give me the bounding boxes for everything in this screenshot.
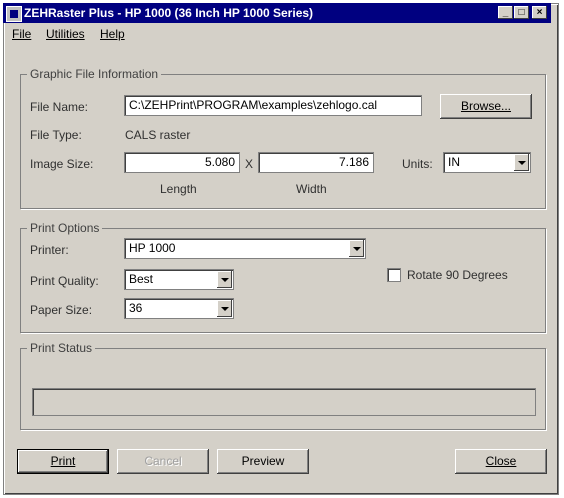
- menu-file[interactable]: File: [12, 27, 31, 41]
- width-caption: Width: [296, 182, 327, 196]
- graphic-file-legend: Graphic File Information: [27, 67, 162, 81]
- units-select[interactable]: IN: [443, 152, 531, 173]
- file-type-value: CALS raster: [125, 128, 191, 142]
- close-window-button[interactable]: ×: [532, 6, 547, 19]
- width-field[interactable]: 7.186: [258, 152, 374, 173]
- minimize-button[interactable]: _: [498, 6, 513, 19]
- times-sign: X: [245, 157, 254, 171]
- file-name-label: File Name:: [30, 100, 89, 114]
- browse-button[interactable]: Browse...: [440, 94, 532, 119]
- rotate-label[interactable]: Rotate 90 Degrees: [407, 268, 508, 282]
- paper-size-select[interactable]: 36: [124, 298, 234, 319]
- menu-bar: File Utilities Help: [3, 25, 551, 43]
- menu-utilities[interactable]: Utilities: [46, 27, 85, 41]
- cancel-button-label: Cancel: [144, 454, 182, 468]
- preview-button[interactable]: Preview: [217, 449, 309, 474]
- paper-size-label: Paper Size:: [30, 303, 93, 317]
- print-quality-select-value: Best: [129, 272, 154, 286]
- chevron-down-icon[interactable]: [217, 271, 232, 288]
- chevron-down-icon[interactable]: [217, 300, 232, 317]
- units-label: Units:: [402, 157, 433, 171]
- file-type-label: File Type:: [30, 128, 82, 142]
- browse-button-label: Browse...: [460, 99, 511, 113]
- rotate-checkbox[interactable]: [387, 268, 401, 282]
- preview-button-label: Preview: [241, 454, 285, 468]
- window-title: ZEHRaster Plus - HP 1000 (36 Inch HP 100…: [24, 6, 314, 20]
- close-button-label: Close: [485, 454, 517, 468]
- maximize-button[interactable]: □: [514, 6, 529, 19]
- title-bar[interactable]: ZEHRaster Plus - HP 1000 (36 Inch HP 100…: [3, 3, 551, 23]
- print-status-legend: Print Status: [27, 341, 96, 355]
- close-button[interactable]: Close: [455, 449, 547, 474]
- chevron-down-icon[interactable]: [349, 240, 364, 257]
- chevron-down-icon[interactable]: [514, 154, 529, 171]
- length-field[interactable]: 5.080: [124, 152, 240, 173]
- menu-help[interactable]: Help: [100, 27, 125, 41]
- cancel-button[interactable]: Cancel: [117, 449, 209, 474]
- printer-select[interactable]: HP 1000: [124, 238, 366, 259]
- image-size-label: Image Size:: [30, 157, 94, 171]
- print-options-legend: Print Options: [27, 221, 103, 235]
- printer-label: Printer:: [30, 243, 69, 257]
- length-caption: Length: [160, 182, 197, 196]
- print-button[interactable]: Print: [17, 449, 109, 474]
- paper-size-select-value: 36: [129, 301, 143, 315]
- print-progress-bar: [32, 388, 536, 416]
- print-button-label: Print: [50, 454, 76, 468]
- print-quality-label: Print Quality:: [30, 274, 99, 288]
- app-icon: [6, 6, 22, 22]
- print-quality-select[interactable]: Best: [124, 269, 234, 290]
- file-name-field[interactable]: C:\ZEHPrint\PROGRAM\examples\zehlogo.cal: [124, 95, 422, 116]
- printer-select-value: HP 1000: [129, 241, 176, 255]
- units-select-value: IN: [448, 155, 460, 169]
